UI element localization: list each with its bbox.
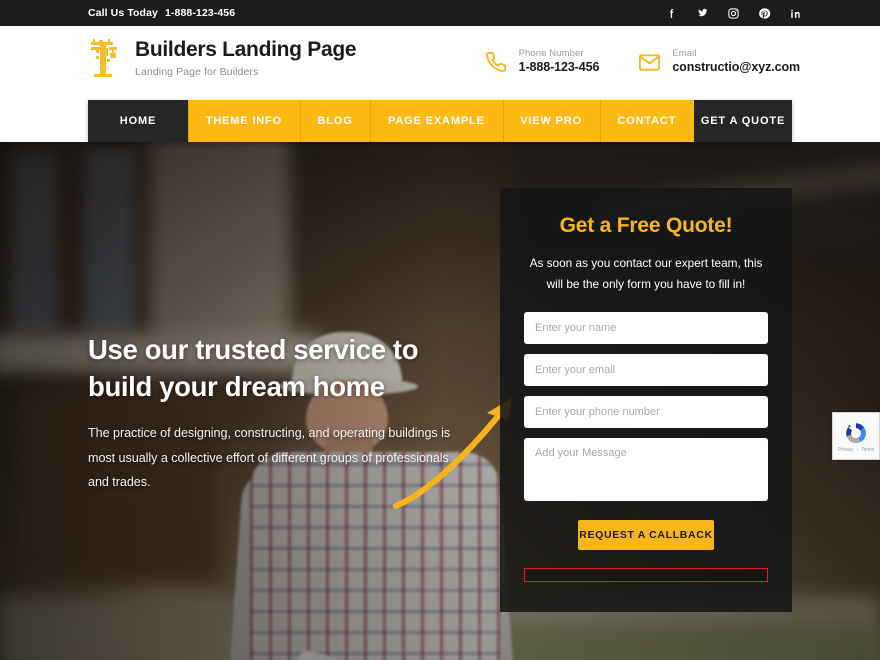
phone-icon <box>484 50 508 74</box>
nav-item-contact[interactable]: CONTACT <box>599 100 694 142</box>
brand-subtitle: Landing Page for Builders <box>135 66 259 79</box>
nav-item-blog[interactable]: BLOG <box>299 100 371 142</box>
landing-page: Call Us Today 1-888-123-456 Builders Lan… <box>0 0 880 660</box>
recaptcha-badge[interactable]: Privacy - Terms <box>832 412 880 460</box>
email-input[interactable] <box>524 354 768 387</box>
nav-item-get-a-quote[interactable]: GET A QUOTE <box>694 100 792 142</box>
message-textarea[interactable] <box>524 438 768 502</box>
email-value: constructio@xyz.com <box>672 60 800 75</box>
email-label: Email <box>672 48 697 59</box>
top-bar-contact: Call Us Today 1-888-123-456 <box>88 7 235 19</box>
hero-copy: Use our trusted service to build your dr… <box>88 332 488 495</box>
form-error-banner <box>524 568 768 583</box>
brand-title: Builders Landing Page <box>135 38 357 62</box>
hero-heading-line-2: build your dream home <box>88 370 385 402</box>
instagram-icon[interactable] <box>727 7 740 20</box>
top-bar: Call Us Today 1-888-123-456 <box>0 0 880 26</box>
brand-text: Builders Landing Page Landing Page for B… <box>135 38 357 79</box>
recaptcha-separator: - <box>856 446 859 453</box>
twitter-icon[interactable] <box>696 7 709 20</box>
quote-form-panel: Get a Free Quote! As soon as you contact… <box>500 188 792 612</box>
phone-value: 1-888-123-456 <box>518 60 600 75</box>
hero-paragraph: The practice of designing, constructing,… <box>88 426 451 490</box>
request-callback-button[interactable]: REQUEST A CALLBACK <box>578 520 714 551</box>
social-links <box>665 7 802 20</box>
quote-form-subtitle: As soon as you contact our expert team, … <box>529 256 763 291</box>
crane-logo-icon <box>91 39 117 77</box>
pinterest-icon[interactable] <box>758 7 771 20</box>
phone-contact-text: Phone Number 1-888-123-456 <box>519 48 600 76</box>
hero-heading-line-1: Use our trusted service to <box>88 334 419 365</box>
nav-item-page-example[interactable]: PAGE EXAMPLE <box>370 100 502 142</box>
facebook-icon[interactable] <box>665 7 678 20</box>
recaptcha-icon <box>846 422 866 443</box>
brand[interactable]: Builders Landing Page Landing Page for B… <box>88 38 357 79</box>
linkedin-icon[interactable] <box>789 7 802 20</box>
email-contact[interactable]: Email constructio@xyz.com <box>637 48 800 76</box>
nav-item-theme-info[interactable]: THEME INFO <box>188 100 300 142</box>
recaptcha-privacy-link[interactable]: Privacy <box>838 447 854 453</box>
recaptcha-links[interactable]: Privacy - Terms <box>838 446 875 453</box>
phone-contact[interactable]: Phone Number 1-888-123-456 <box>484 48 600 76</box>
phone-label: Phone Number <box>518 48 584 59</box>
hero-heading: Use our trusted service to build your dr… <box>88 332 488 405</box>
top-bar-phone-number[interactable]: 1-888-123-456 <box>165 7 235 19</box>
nav-item-view-pro[interactable]: VIEW PRO <box>502 100 600 142</box>
header-contacts: Phone Number 1-888-123-456 Email constru… <box>484 48 800 76</box>
site-header: Builders Landing Page Landing Page for B… <box>0 26 880 100</box>
recaptcha-terms-link[interactable]: Terms <box>861 447 874 453</box>
quote-form-title: Get a Free Quote! <box>559 214 733 237</box>
main-navigation: HOME THEME INFO BLOG PAGE EXAMPLE VIEW P… <box>88 100 792 142</box>
envelope-icon <box>637 50 661 74</box>
email-contact-text: Email constructio@xyz.com <box>672 48 800 76</box>
name-input[interactable] <box>524 312 768 345</box>
nav-item-home[interactable]: HOME <box>88 100 188 142</box>
call-us-label: Call Us Today <box>88 7 158 19</box>
phone-input[interactable] <box>524 396 768 429</box>
